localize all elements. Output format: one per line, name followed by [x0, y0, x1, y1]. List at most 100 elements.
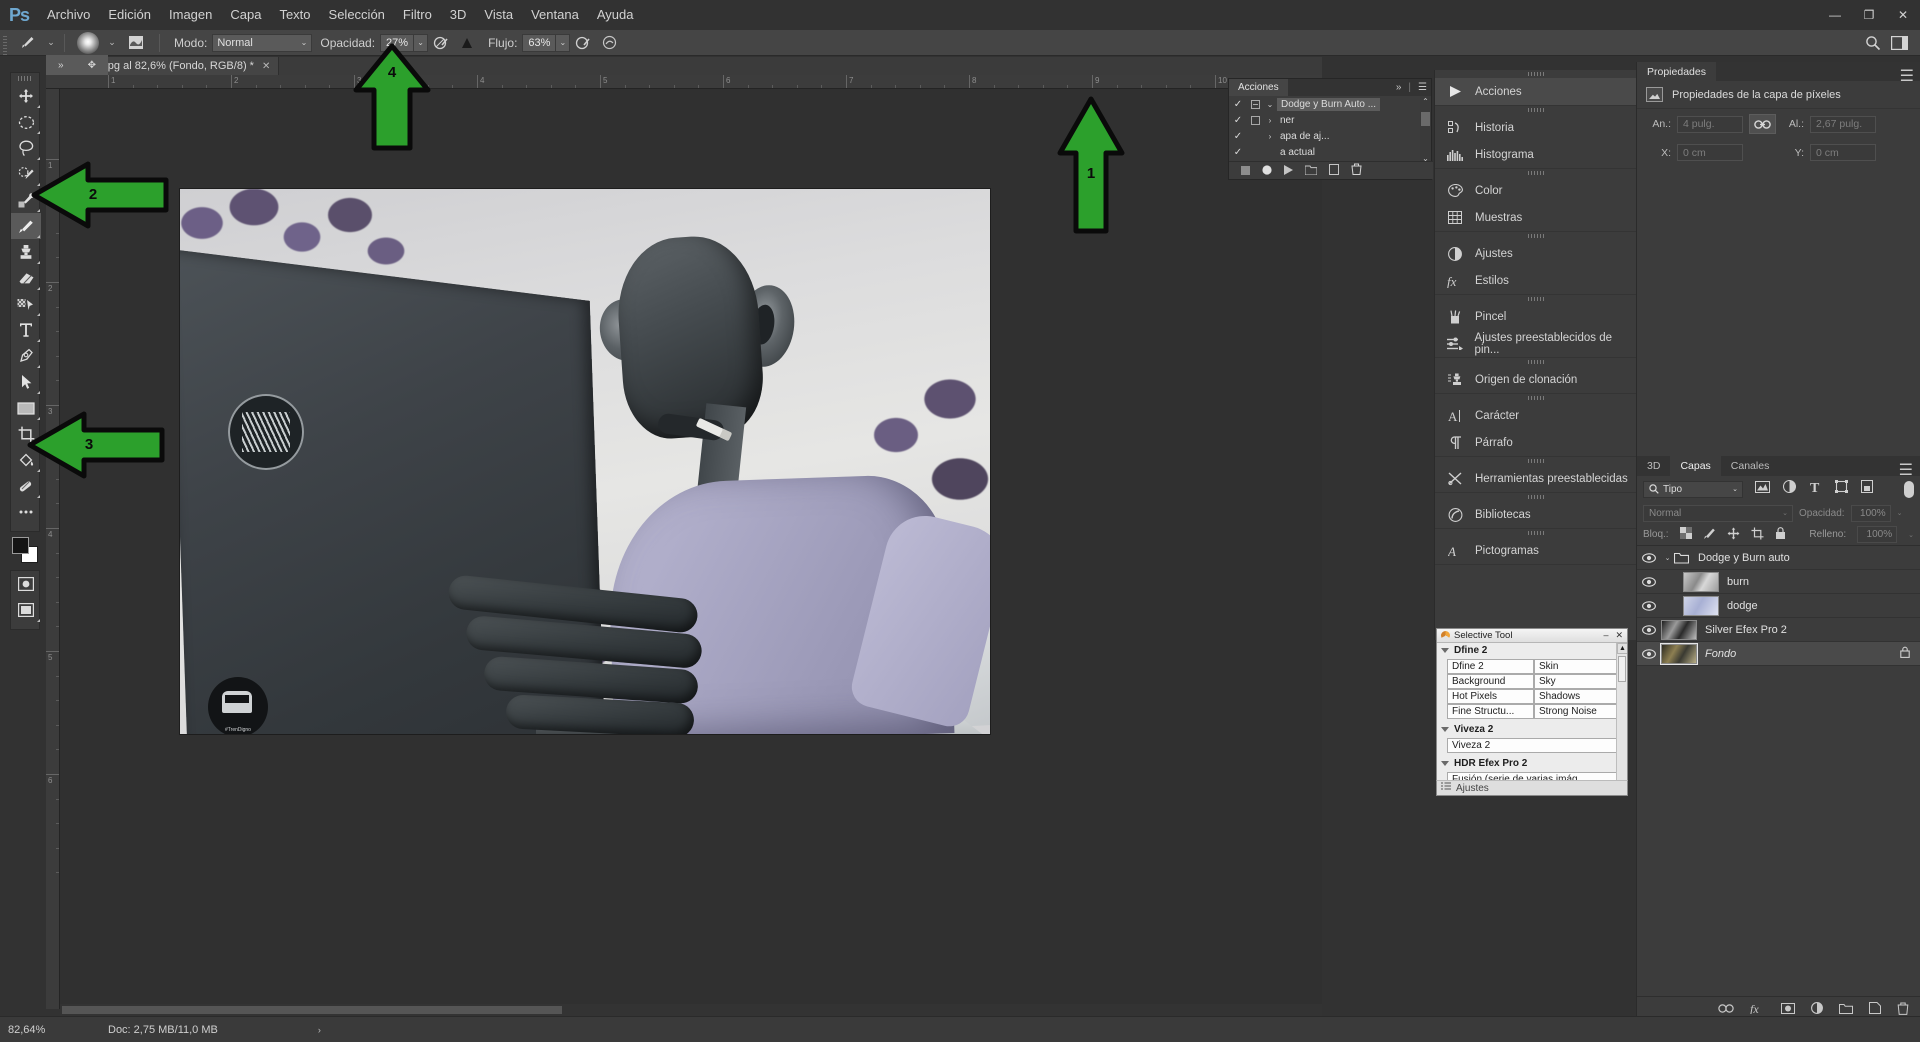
dock-item-origen-clonacion[interactable]: Origen de clonación — [1435, 366, 1636, 393]
brush-preset-caret-icon[interactable]: ⌄ — [44, 30, 58, 56]
layer-thumbnail[interactable] — [1683, 595, 1719, 616]
layer-row-group[interactable]: ⌄ Dodge y Burn auto — [1637, 546, 1920, 570]
dock-item-color[interactable]: Color — [1435, 177, 1636, 204]
preset-button[interactable]: Shadows — [1534, 689, 1621, 704]
play-icon[interactable] — [1284, 162, 1293, 180]
foreground-color-swatch[interactable] — [12, 537, 29, 554]
menu-seleccion[interactable]: Selección — [320, 0, 394, 30]
action-dialog-toggle[interactable] — [1247, 115, 1263, 125]
brush-preview-thumbnail[interactable] — [71, 30, 105, 56]
adjustment-filter-icon[interactable] — [1782, 479, 1797, 498]
clone-stamp-tool[interactable] — [11, 239, 41, 265]
dock-item-acciones[interactable]: Acciones — [1435, 78, 1636, 105]
x-input[interactable]: 0 cm — [1677, 144, 1743, 161]
airbrush-toggle-icon[interactable] — [454, 32, 480, 54]
chevron-right-icon[interactable]: › — [1263, 132, 1277, 141]
move-tool[interactable] — [11, 83, 41, 109]
layer-thumbnail[interactable] — [1683, 571, 1719, 592]
lock-image-icon[interactable] — [1703, 527, 1716, 543]
layer-visibility-icon[interactable] — [1637, 600, 1661, 611]
fx-icon[interactable]: fx — [1750, 1002, 1765, 1017]
eraser-tool[interactable] — [11, 265, 41, 291]
screen-mode-tool[interactable] — [11, 597, 41, 623]
preset-button[interactable]: Sky — [1534, 674, 1621, 689]
action-row[interactable]: ✓ › ner — [1229, 112, 1431, 128]
collapse-icon[interactable]: » — [1396, 82, 1402, 93]
height-input[interactable]: 2,67 pulg. — [1810, 115, 1876, 133]
close-icon[interactable]: ✕ — [1615, 630, 1623, 641]
menu-ayuda[interactable]: Ayuda — [588, 0, 643, 30]
minimize-icon[interactable]: – — [1603, 630, 1608, 641]
menu-capa[interactable]: Capa — [221, 0, 270, 30]
selective-tool-titlebar[interactable]: Selective Tool – ✕ — [1437, 629, 1627, 643]
lock-transparent-icon[interactable] — [1679, 527, 1692, 542]
dock-item-parrafo[interactable]: Párrafo — [1435, 429, 1636, 456]
tab-3d[interactable]: 3D — [1637, 456, 1670, 476]
record-icon[interactable] — [1262, 162, 1272, 180]
canvas-area[interactable]: #TrenDigno — [60, 89, 1322, 1009]
dock-item-historia[interactable]: Historia — [1435, 114, 1636, 141]
close-icon[interactable]: ✕ — [262, 61, 270, 72]
dock-grip[interactable] — [1435, 295, 1636, 303]
action-row[interactable]: ✓ ⌄ Dodge y Burn Auto ... — [1229, 96, 1431, 112]
action-toggle-check[interactable]: ✓ — [1229, 131, 1247, 142]
menu-edicion[interactable]: Edición — [99, 0, 160, 30]
dock-grip[interactable] — [1435, 394, 1636, 402]
layer-visibility-icon[interactable] — [1637, 648, 1661, 659]
options-bar-grip[interactable] — [0, 29, 10, 56]
scrollbar-thumb[interactable] — [62, 1006, 562, 1014]
foreground-background-color[interactable] — [10, 536, 40, 566]
dock-item-pincel[interactable]: Pincel — [1435, 303, 1636, 330]
action-row[interactable]: ✓ › apa de aj... — [1229, 128, 1431, 144]
dock-item-pictogramas[interactable]: A Pictogramas — [1435, 537, 1636, 564]
tab-canales[interactable]: Canales — [1721, 456, 1780, 476]
move-grip-icon[interactable]: ✥ — [88, 60, 96, 71]
chevron-down-icon[interactable]: ⌄ — [1263, 100, 1277, 109]
action-dialog-toggle[interactable] — [1247, 99, 1263, 109]
menu-texto[interactable]: Texto — [270, 0, 319, 30]
dock-item-caracter[interactable]: A Carácter — [1435, 402, 1636, 429]
panel-menu-icon[interactable]: ☰ — [1418, 82, 1427, 93]
layer-row[interactable]: burn — [1637, 570, 1920, 594]
pen-tool[interactable] — [11, 343, 41, 369]
preset-button[interactable]: Viveza 2 — [1447, 738, 1621, 753]
dock-item-histograma[interactable]: Histograma — [1435, 141, 1636, 168]
workspace-icon[interactable] — [1886, 32, 1912, 54]
layer-name[interactable]: Fondo — [1705, 648, 1736, 660]
y-input[interactable]: 0 cm — [1810, 144, 1876, 161]
new-group-icon[interactable] — [1839, 1003, 1853, 1017]
dock-grip[interactable] — [1435, 232, 1636, 240]
more-tools[interactable] — [11, 499, 41, 525]
dock-grip[interactable] — [1435, 529, 1636, 537]
chevron-down-icon[interactable]: ⌄ — [1897, 509, 1903, 517]
action-toggle-check[interactable]: ✓ — [1229, 115, 1247, 126]
gradient-tool[interactable] — [11, 291, 41, 317]
tools-panel-grip[interactable] — [11, 73, 39, 83]
scroll-up-icon[interactable]: ▲ — [1617, 643, 1627, 654]
horizontal-ruler[interactable]: 1 2 3 4 5 6 7 8 9 10 — [46, 75, 1322, 89]
section-header-viveza2[interactable]: Viveza 2 — [1437, 722, 1627, 737]
adjustment-icon[interactable] — [1811, 1002, 1823, 1017]
airbrush-icon[interactable] — [570, 32, 596, 54]
layer-row[interactable]: Silver Efex Pro 2 — [1637, 618, 1920, 642]
chevron-down-icon[interactable]: ⌄ — [1908, 531, 1914, 539]
shape-filter-icon[interactable] — [1835, 480, 1848, 498]
smart-object-filter-icon[interactable] — [1861, 480, 1873, 498]
lock-artboard-icon[interactable] — [1751, 527, 1764, 543]
mask-icon[interactable] — [1781, 1002, 1795, 1017]
panel-collapse-controls[interactable]: » ✥ — [46, 55, 108, 75]
type-tool[interactable] — [11, 317, 41, 343]
layer-filter-select[interactable]: Tipo ⌄ — [1643, 480, 1743, 498]
layer-thumbnail[interactable] — [1660, 642, 1698, 665]
stop-icon[interactable] — [1241, 162, 1250, 180]
action-name[interactable]: Dodge y Burn Auto ... — [1277, 97, 1381, 111]
preset-button[interactable]: Dfine 2 — [1447, 659, 1534, 674]
status-expand-icon[interactable]: › — [318, 1025, 321, 1035]
brush-size-caret-icon[interactable]: ⌄ — [105, 30, 119, 56]
layer-visibility-icon[interactable] — [1637, 624, 1661, 635]
scrollbar-thumb[interactable] — [1618, 656, 1626, 682]
preset-button[interactable]: Background — [1447, 674, 1534, 689]
menu-ventana[interactable]: Ventana — [522, 0, 588, 30]
dock-item-estilos[interactable]: fx Estilos — [1435, 267, 1636, 294]
lasso-tool[interactable] — [11, 135, 41, 161]
